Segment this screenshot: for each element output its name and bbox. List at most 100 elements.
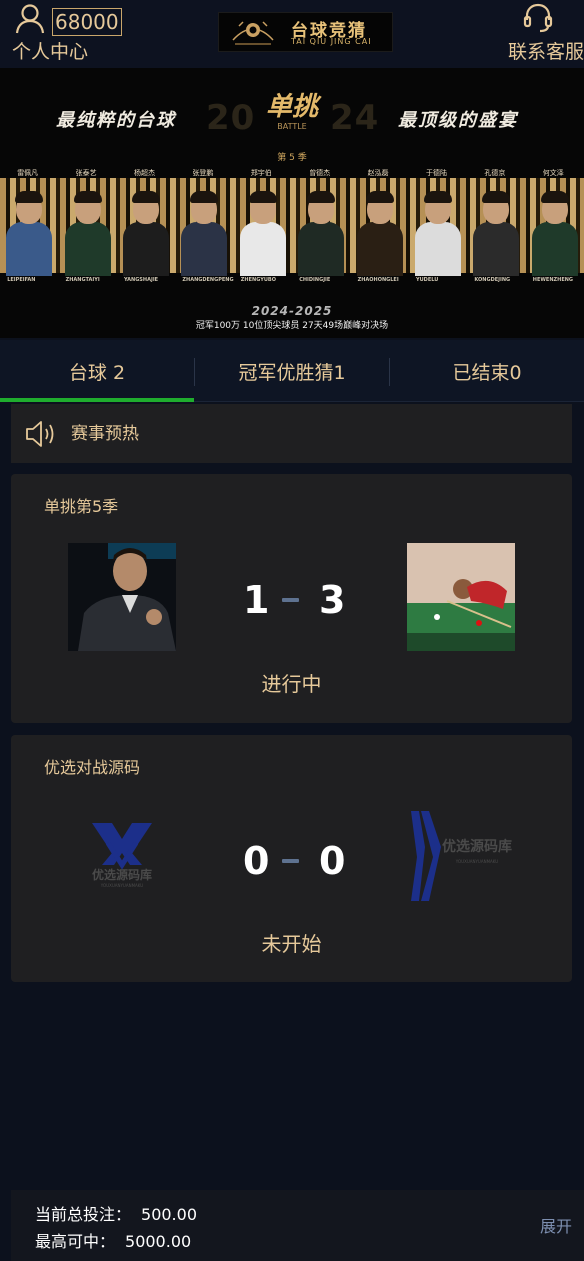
match-card[interactable]: 优选对战源码 优选源码库 YOUXUANYUANMAKU 0 0 优选源码库 Y…	[11, 735, 572, 982]
bet-summary-bar: 当前总投注： 500.00 最高可中： 5000.00 展开	[11, 1190, 584, 1261]
user-center-label: 个人中心	[12, 41, 89, 63]
banner-player-en-name: YUDELU	[416, 277, 439, 283]
banner-player-en-name: LEIPEIFAN	[7, 277, 36, 283]
banner-player-figure	[181, 188, 228, 276]
category-tabs: 台球 2 冠军优胜猜1 已结束0	[0, 340, 584, 402]
promo-banner[interactable]: 最纯粹的台球 20 单挑 BATTLE 24 最顶级的盛宴 第 5 季 雷佩凡 张…	[0, 68, 584, 338]
banner-player-en-name: ZHANGTAIYI	[65, 277, 100, 283]
away-score: 3	[319, 578, 346, 622]
banner-player-figure	[6, 188, 53, 276]
total-bet-row: 当前总投注： 500.00	[35, 1204, 197, 1226]
player-hair	[15, 191, 44, 203]
banner-player-names: 雷佩凡 张泰艺 杨超杰 张登鹏 郑宇伯 曾德杰 赵泓磊 于德陆 孔德京 何文泽	[0, 168, 584, 180]
away-team-logo: 优选源码库 YOUXUANYUANMAKU	[407, 807, 515, 915]
player-body	[531, 222, 578, 276]
speaker-icon	[26, 421, 54, 447]
player-hair	[424, 191, 452, 203]
banner-year-right: 24	[330, 98, 380, 138]
banner-player-name: 何文泽	[542, 169, 564, 177]
player-body	[415, 222, 461, 276]
billiard-emblem-icon	[232, 21, 274, 45]
player-body	[356, 222, 403, 276]
player-photo-icon	[68, 543, 176, 651]
brand-logo-icon: 优选源码库 YOUXUANYUANMAKU	[92, 823, 152, 888]
banner-prize-text: 冠军100万 10位顶尖球员 27天49场巅峰对决场	[195, 321, 389, 331]
tab-billiards[interactable]: 台球 2	[0, 340, 194, 402]
home-score: 0	[243, 839, 270, 883]
banner-player-figure	[123, 188, 169, 276]
max-win-row: 最高可中： 5000.00	[35, 1231, 191, 1253]
customer-service-button[interactable]: 联系客服	[494, 0, 584, 66]
banner-player-en-name: ZHANGDENGPENG	[182, 277, 234, 283]
banner-title: 单挑	[265, 92, 318, 122]
player-body	[6, 222, 53, 276]
player-hair	[482, 191, 511, 203]
customer-service-label: 联系客服	[507, 41, 584, 63]
banner-years: 2024-2025	[251, 304, 333, 318]
banner-player-en-name: ZHAOHONGLEI	[357, 277, 399, 283]
player-body	[239, 222, 286, 276]
match-title: 单挑第5季	[44, 497, 119, 516]
banner-player-name: 孔德京	[484, 169, 506, 177]
banner-player-name: 杨超杰	[134, 169, 155, 177]
app-logo: 台球竞猜 TAI QIU JING CAI	[218, 12, 393, 52]
player-body	[181, 222, 228, 276]
banner-player-en-name: YANGSHAJIE	[124, 277, 159, 283]
banner-player-en-name: CHIDINGJIE	[299, 277, 331, 283]
away-logo-text: 优选源码库	[442, 838, 512, 855]
banner-player-name: 雷佩凡	[17, 169, 39, 177]
home-team-logo: 优选源码库 YOUXUANYUANMAKU	[68, 807, 176, 915]
player-body	[298, 222, 345, 276]
banner-player-en-name: ZHENGYUBO	[240, 277, 276, 283]
banner-player-name: 于德陆	[426, 169, 447, 177]
balance-value: 68000	[52, 8, 122, 36]
logo-subtext: TAI QIU JING CAI	[291, 37, 372, 46]
headset-icon	[523, 3, 553, 33]
banner-year-left: 20	[206, 98, 256, 138]
score-separator	[282, 859, 299, 863]
player-hair	[365, 191, 394, 203]
max-win-value: 5000.00	[125, 1232, 192, 1251]
max-win-label: 最高可中：	[35, 1232, 116, 1251]
player-hair	[190, 191, 219, 203]
player-hair	[540, 191, 569, 203]
notice-text: 赛事预热	[71, 424, 139, 444]
banner-player-figure	[64, 188, 111, 276]
player-body	[473, 222, 520, 276]
banner-player-figure	[356, 188, 403, 276]
match-title: 优选对战源码	[44, 758, 141, 777]
banner-player-name: 张登鹏	[192, 169, 214, 177]
player-body	[123, 222, 169, 276]
away-team-avatar	[407, 543, 515, 651]
banner-slogan-left: 最纯粹的台球	[56, 110, 176, 131]
tab-champion-guess[interactable]: 冠军优胜猜1	[195, 340, 389, 402]
player-hair	[73, 191, 102, 203]
player-photo-icon	[407, 543, 515, 651]
player-hair	[132, 191, 160, 203]
banner-player-en-name: HEWENZHENG	[532, 277, 574, 283]
banner-season: 第 5 季	[277, 153, 307, 163]
match-card[interactable]: 单挑第5季 1 3 进行中	[11, 474, 572, 723]
notice-bar[interactable]: 赛事预热	[11, 404, 572, 463]
player-hair	[307, 191, 336, 203]
banner-player-figure	[415, 188, 461, 276]
banner-slogan-right: 最顶级的盛宴	[398, 110, 518, 131]
expand-button[interactable]: 展开	[540, 1216, 572, 1238]
match-status: 未开始	[261, 932, 322, 956]
user-center-button[interactable]: 68000 个人中心	[12, 2, 132, 66]
home-logo-text: 优选源码库	[92, 867, 152, 882]
home-score: 1	[243, 578, 270, 622]
active-tab-indicator	[0, 398, 194, 402]
away-score: 0	[319, 839, 346, 883]
match-score: 0 0	[231, 836, 352, 886]
banner-player-figure	[239, 188, 286, 276]
score-separator	[282, 598, 299, 602]
banner-player-figure	[298, 188, 345, 276]
svg-text:YOUXUANYUANMAKU: YOUXUANYUANMAKU	[455, 859, 499, 864]
banner-player-name: 张泰艺	[75, 169, 97, 177]
banner-title-sub: BATTLE	[277, 122, 307, 131]
app-header: 68000 个人中心 台球竞猜 TAI QIU JING CAI 联系客服	[0, 0, 584, 68]
tab-finished[interactable]: 已结束0	[390, 340, 584, 402]
match-score: 1 3	[231, 575, 352, 625]
banner-player-figure	[531, 188, 578, 276]
